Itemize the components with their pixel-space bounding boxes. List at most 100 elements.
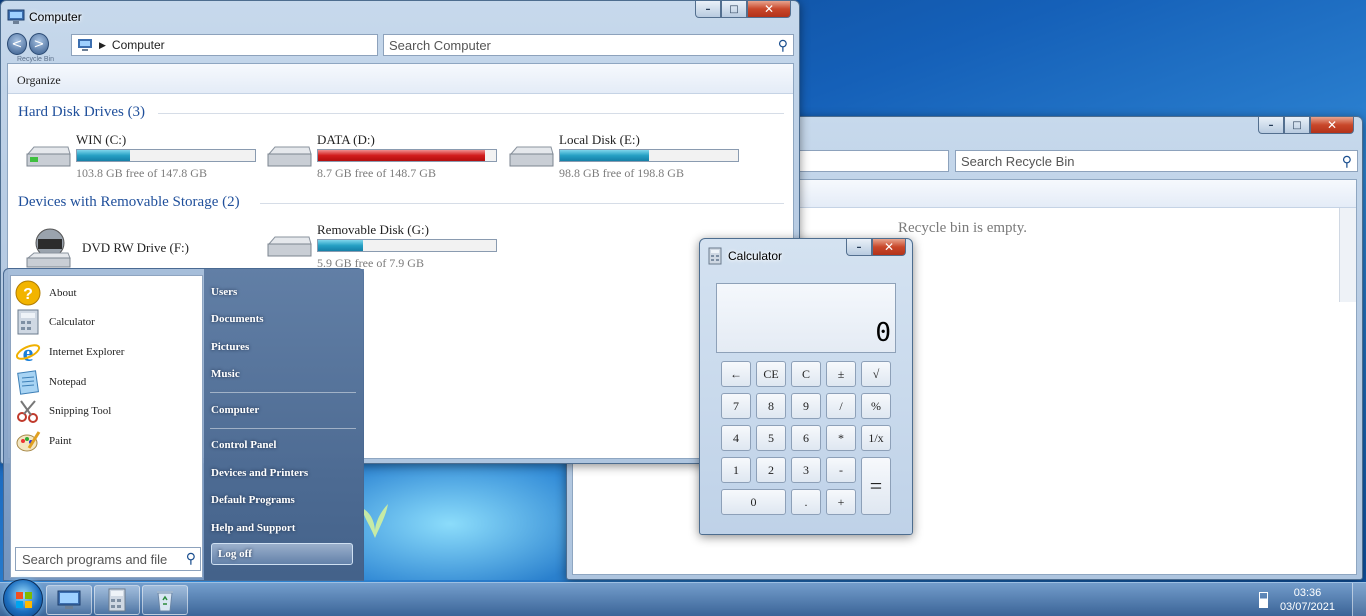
computer-icon — [7, 9, 25, 24]
address-bar[interactable]: ▶ Computer — [71, 34, 378, 56]
taskbar-recycle-bin-button[interactable] — [142, 585, 188, 615]
scrollbar[interactable] — [1339, 208, 1356, 302]
start-button[interactable] — [3, 579, 43, 616]
breadcrumb-chevron-icon[interactable]: ▶ — [99, 40, 106, 51]
add-key[interactable]: + — [826, 489, 856, 515]
program-label: Snipping Tool — [49, 405, 112, 417]
internet-explorer-icon: e — [15, 339, 41, 365]
drive-free-space: 8.7 GB free of 148.7 GB — [317, 166, 436, 180]
start-program-internet-explorer[interactable]: e Internet Explorer — [15, 338, 124, 366]
hard-drive-icon — [26, 146, 71, 167]
start-link-default-programs[interactable]: Default Programs — [211, 494, 295, 506]
percent-key[interactable]: % — [861, 393, 891, 419]
start-programs-pane: ? About Calculator e Internet Explorer N… — [10, 275, 203, 578]
removable-drive-icon — [267, 236, 312, 257]
equals-key[interactable]: = — [861, 457, 891, 515]
system-clock[interactable]: 03:36 03/07/2021 — [1280, 586, 1335, 614]
digit-7-key[interactable]: 7 — [721, 393, 751, 419]
maximize-button[interactable]: □ — [721, 1, 747, 18]
multiply-key[interactable]: * — [826, 425, 856, 451]
start-link-help-support[interactable]: Help and Support — [211, 522, 295, 534]
start-link-pictures[interactable]: Pictures — [211, 341, 249, 353]
calculator-keypad: ← CE C ± √ 7 8 9 / % 4 5 6 * 1/x 1 2 3 -… — [716, 361, 896, 521]
digit-1-key[interactable]: 1 — [721, 457, 751, 483]
battery-icon[interactable] — [1259, 592, 1268, 608]
forward-button[interactable]: > — [29, 33, 49, 55]
show-desktop-button[interactable] — [1352, 583, 1366, 616]
divide-key[interactable]: / — [826, 393, 856, 419]
clock-time: 03:36 — [1293, 587, 1322, 599]
start-menu: ? About Calculator e Internet Explorer N… — [3, 268, 364, 581]
snipping-tool-icon — [15, 398, 41, 424]
program-label: About — [49, 287, 77, 299]
window-title: Calculator — [728, 249, 783, 263]
minimize-button[interactable]: – — [846, 239, 872, 256]
recycle-search-input[interactable]: Search Recycle Bin ⚲ — [955, 150, 1358, 172]
start-program-calculator[interactable]: Calculator — [15, 308, 95, 336]
start-link-control-panel[interactable]: Control Panel — [211, 439, 277, 451]
digit-3-key[interactable]: 3 — [791, 457, 821, 483]
windows-logo-icon — [16, 592, 32, 608]
close-button[interactable]: ✕ — [747, 1, 791, 18]
search-placeholder: Search Computer — [389, 37, 491, 53]
logoff-button[interactable]: Log off — [211, 543, 353, 565]
start-link-music[interactable]: Music — [211, 368, 240, 380]
digit-6-key[interactable]: 6 — [791, 425, 821, 451]
drive-name: DVD RW Drive (F:) — [82, 240, 190, 255]
usage-bar — [317, 239, 497, 252]
breadcrumb[interactable]: Computer — [112, 38, 165, 52]
backspace-key[interactable]: ← — [721, 361, 751, 387]
close-button[interactable]: ✕ — [1310, 117, 1354, 134]
calculator-icon — [708, 247, 722, 265]
hard-drive-icon — [509, 146, 554, 167]
start-link-documents[interactable]: Documents — [211, 313, 264, 325]
minimize-button[interactable]: – — [695, 1, 721, 18]
group-title[interactable]: Hard Disk Drives (3) — [18, 104, 145, 121]
clear-key[interactable]: C — [791, 361, 821, 387]
group-title[interactable]: Devices with Removable Storage (2) — [18, 194, 240, 211]
maximize-button[interactable]: □ — [1284, 117, 1310, 134]
taskbar-computer-button[interactable] — [46, 585, 92, 615]
decimal-key[interactable]: . — [791, 489, 821, 515]
negate-key[interactable]: ± — [826, 361, 856, 387]
close-button[interactable]: ✕ — [872, 239, 906, 256]
subtract-key[interactable]: - — [826, 457, 856, 483]
digit-2-key[interactable]: 2 — [756, 457, 786, 483]
start-search-input[interactable]: Search programs and file ⚲ — [15, 547, 201, 571]
taskbar-calculator-button[interactable] — [94, 585, 140, 615]
digit-8-key[interactable]: 8 — [756, 393, 786, 419]
clear-entry-key[interactable]: CE — [756, 361, 786, 387]
reciprocal-key[interactable]: 1/x — [861, 425, 891, 451]
digit-9-key[interactable]: 9 — [791, 393, 821, 419]
usage-fill — [77, 150, 131, 161]
recycle-bin-icon — [157, 591, 173, 612]
display-value: 0 — [875, 318, 891, 348]
digit-4-key[interactable]: 4 — [721, 425, 751, 451]
command-bar: Organize — [8, 64, 793, 94]
start-program-paint[interactable]: Paint — [15, 427, 72, 455]
search-icon[interactable]: ⚲ — [1342, 153, 1352, 170]
program-label: Internet Explorer — [49, 346, 125, 358]
start-link-users[interactable]: Users — [211, 286, 237, 298]
search-input[interactable]: Search Computer ⚲ — [383, 34, 794, 56]
back-button[interactable]: < — [7, 33, 27, 55]
search-icon[interactable]: ⚲ — [778, 37, 788, 54]
calculator-window[interactable]: Calculator – ✕ 0 ← CE C ± √ 7 8 9 / % 4 … — [699, 238, 913, 535]
search-icon[interactable]: ⚲ — [186, 550, 196, 567]
sqrt-key[interactable]: √ — [861, 361, 891, 387]
digit-0-key[interactable]: 0 — [721, 489, 786, 515]
organize-button[interactable]: Organize — [17, 73, 61, 87]
drive-name: DATA (D:) — [317, 132, 375, 147]
start-program-snipping-tool[interactable]: Snipping Tool — [15, 397, 111, 425]
search-placeholder: Search Recycle Bin — [961, 153, 1075, 169]
start-link-computer[interactable]: Computer — [211, 404, 259, 416]
hard-drive-icon — [267, 146, 312, 167]
usage-fill — [560, 150, 649, 161]
minimize-button[interactable]: – — [1258, 117, 1284, 134]
recycle-caption-buttons: – □ ✕ — [1258, 117, 1354, 134]
start-program-about[interactable]: ? About — [15, 279, 77, 307]
start-program-notepad[interactable]: Notepad — [15, 368, 86, 396]
start-link-devices-printers[interactable]: Devices and Printers — [211, 467, 308, 479]
digit-5-key[interactable]: 5 — [756, 425, 786, 451]
group-divider — [260, 203, 784, 204]
